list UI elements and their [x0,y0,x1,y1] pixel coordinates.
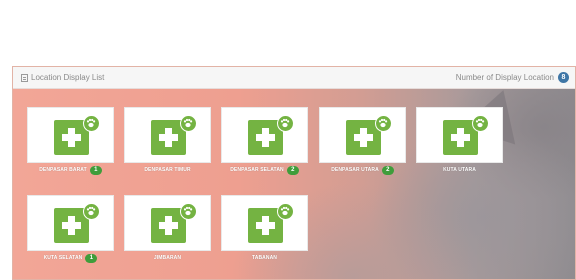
location-count-badge: 1 [89,165,102,175]
paw-print-icon [277,115,294,132]
location-tile[interactable] [416,107,503,163]
location-tile[interactable] [27,195,114,251]
paw-print-icon [180,203,197,220]
location-tile[interactable] [27,107,114,163]
location-count-badge: 2 [381,165,394,175]
location-display-panel: Location Display List Number of Display … [12,66,576,280]
paw-print-icon [472,115,489,132]
header-title-group: Location Display List [21,73,104,82]
location-label-row: JIMBARAN [124,253,211,263]
header-count-group: Number of Display Location 8 [456,72,569,83]
location-card[interactable]: TABANAN [221,195,308,262]
paw-print-icon [180,115,197,132]
paw-print-icon [83,115,100,132]
location-count-badge: 1 [85,253,98,263]
panel-title: Location Display List [31,73,105,82]
location-name[interactable]: JIMBARAN [154,255,181,261]
location-card[interactable]: KUTA SELATAN 1 [27,195,114,263]
paw-print-icon [83,203,100,220]
location-label-row: KUTA UTARA [416,165,503,175]
location-tile[interactable] [124,107,211,163]
panel-header: Location Display List Number of Display … [13,67,575,89]
location-name[interactable]: DENPASAR SELATAN [230,167,284,173]
location-name[interactable]: DENPASAR UTARA [331,167,379,173]
location-label-row: DENPASAR UTARA 2 [319,165,406,175]
list-icon [21,73,28,82]
location-name[interactable]: DENPASAR TIMUR [144,167,190,173]
location-card[interactable]: DENPASAR BARAT 1 [27,107,114,175]
location-card[interactable]: JIMBARAN [124,195,211,262]
location-label-row: KUTA SELATAN 1 [27,253,114,263]
location-label-row: DENPASAR BARAT 1 [27,165,114,175]
location-name[interactable]: DENPASAR BARAT [39,167,87,173]
location-count-label: Number of Display Location [455,73,554,82]
location-count-badge: 2 [286,165,299,175]
location-count-badge: 8 [558,72,569,83]
location-card[interactable]: DENPASAR TIMUR [124,107,211,174]
location-label-row: DENPASAR SELATAN 2 [221,165,308,175]
location-name[interactable]: KUTA SELATAN [44,255,83,261]
location-label-row: DENPASAR TIMUR [124,165,211,175]
location-label-row: TABANAN [221,253,308,263]
location-tile[interactable] [319,107,406,163]
location-card[interactable]: DENPASAR UTARA 2 [319,107,406,175]
location-card[interactable]: KUTA UTARA [416,107,503,174]
location-card[interactable]: DENPASAR SELATAN 2 [221,107,308,175]
location-tile[interactable] [124,195,211,251]
paw-print-icon [277,203,294,220]
location-tile[interactable] [221,195,308,251]
location-name[interactable]: TABANAN [252,255,277,261]
paw-print-icon [375,115,392,132]
location-tile[interactable] [221,107,308,163]
location-name[interactable]: KUTA UTARA [443,167,476,173]
